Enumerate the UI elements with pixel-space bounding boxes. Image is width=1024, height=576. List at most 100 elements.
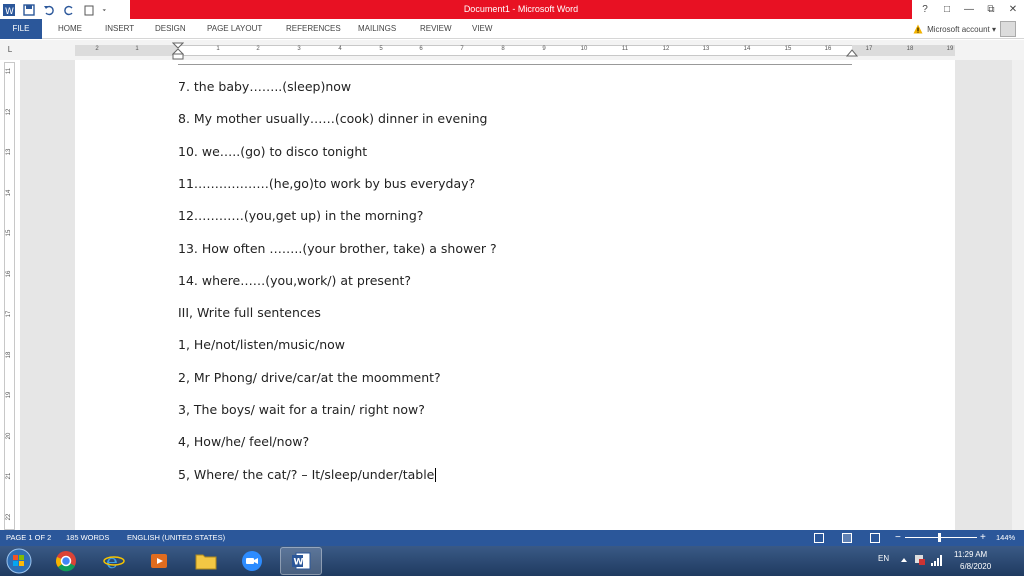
tab-mailings[interactable]: MAILINGS	[358, 19, 396, 39]
taskbar-internet-explorer[interactable]: e	[93, 547, 135, 575]
network-icon[interactable]	[914, 554, 928, 567]
word-app-icon: W	[3, 3, 15, 17]
account-label[interactable]: Microsoft account ▾	[927, 25, 996, 34]
vertical-ruler-number: 12	[6, 108, 12, 115]
status-bar: PAGE 1 OF 2 185 WORDS ENGLISH (UNITED ST…	[0, 530, 1024, 546]
web-layout-icon[interactable]	[870, 533, 880, 543]
document-line-text: 3, The boys/ wait for a train/ right now…	[178, 402, 425, 417]
close-button[interactable]: ✕	[1002, 4, 1024, 15]
ribbon-tabs: FILE HOME INSERT DESIGN PAGE LAYOUT REFE…	[0, 19, 1024, 39]
zoom-app-icon	[242, 551, 262, 571]
document-line[interactable]: 2, Mr Phong/ drive/car/at the moomment?	[178, 370, 441, 385]
tab-references[interactable]: REFERENCES	[286, 19, 341, 39]
zoom-out-button[interactable]: −	[895, 530, 901, 546]
document-line-text: 12…………(you,get up) in the morning?	[178, 208, 424, 224]
restore-button[interactable]: ⧉	[980, 4, 1002, 15]
tab-page-layout[interactable]: PAGE LAYOUT	[207, 19, 262, 39]
document-line[interactable]: 14. where……(you,work/) at present?	[178, 273, 411, 288]
zoom-level[interactable]: 144%	[996, 530, 1015, 546]
vertical-scrollbar[interactable]	[1012, 60, 1024, 530]
document-line[interactable]: 13. How often ……..(your brother, take) a…	[178, 241, 497, 256]
vertical-ruler-number: 11	[6, 67, 12, 75]
ruler-number: 9	[542, 46, 546, 52]
taskbar-chrome[interactable]	[45, 547, 87, 575]
document-line[interactable]: 1, He/not/listen/music/now	[178, 337, 345, 352]
undo-icon[interactable]	[42, 3, 56, 17]
document-line[interactable]: 12…………(you,get up) in the morning?	[178, 208, 423, 223]
touch-mode-icon[interactable]	[82, 3, 96, 17]
ruler-number: 16	[824, 46, 832, 52]
tab-insert[interactable]: INSERT	[105, 19, 134, 39]
vertical-ruler-number: 15	[6, 229, 12, 237]
document-line-text: 5, Where/ the cat/? – It/sleep/under/tab…	[178, 466, 435, 482]
tab-design[interactable]: DESIGN	[155, 19, 186, 39]
language-indicator[interactable]: ENGLISH (UNITED STATES)	[127, 530, 225, 546]
document-line[interactable]: 5, Where/ the cat/? – It/sleep/under/tab…	[178, 466, 437, 483]
signal-icon[interactable]	[930, 554, 944, 567]
vertical-ruler-number: 20	[6, 432, 12, 439]
right-indent-marker-icon[interactable]	[846, 49, 858, 57]
taskbar: e W EN 11:29 AM 6/8/2020	[0, 546, 1024, 576]
ruler-number: 13	[702, 46, 710, 52]
input-language[interactable]: EN	[878, 554, 889, 563]
start-button[interactable]	[0, 547, 38, 575]
document-line-text: 13. How often ……..(your brother, take) a…	[178, 240, 497, 256]
avatar[interactable]	[1000, 21, 1016, 37]
taskbar-zoom[interactable]	[231, 547, 273, 575]
ruler-number: 14	[743, 46, 751, 52]
document-line[interactable]: 3, The boys/ wait for a train/ right now…	[178, 402, 425, 417]
clock-date[interactable]: 6/8/2020	[960, 562, 991, 571]
tab-review[interactable]: REVIEW	[420, 19, 452, 39]
zoom-slider-thumb[interactable]	[938, 533, 941, 542]
show-hidden-icons-icon[interactable]	[900, 557, 908, 563]
minimize-button[interactable]: —	[958, 4, 980, 15]
tab-selector[interactable]: L	[0, 40, 20, 60]
zoom-in-button[interactable]: +	[980, 530, 986, 546]
customize-qat-icon[interactable]	[102, 3, 110, 17]
vertical-ruler-number: 21	[6, 472, 12, 480]
tab-file[interactable]: FILE	[0, 19, 42, 39]
tab-view[interactable]: VIEW	[472, 19, 492, 39]
print-layout-icon[interactable]	[842, 533, 852, 543]
help-button[interactable]: ?	[914, 4, 936, 15]
document-line[interactable]: 8. My mother usually……(cook) dinner in e…	[178, 111, 487, 126]
ruler-number: 2	[95, 46, 99, 52]
ruler-number: 12	[662, 46, 670, 52]
zoom-slider[interactable]	[905, 537, 977, 538]
taskbar-media-player[interactable]	[138, 547, 180, 575]
document-line-text: 8. My mother usually……(cook) dinner in e…	[178, 111, 488, 127]
svg-text:e: e	[106, 550, 118, 572]
ribbon-display-options-button[interactable]: □	[936, 4, 958, 15]
taskbar-file-explorer[interactable]	[185, 547, 227, 575]
document-page[interactable]	[75, 60, 955, 530]
redo-icon[interactable]	[62, 3, 76, 17]
tab-home[interactable]: HOME	[58, 19, 82, 39]
vertical-ruler-number: 22	[6, 513, 12, 520]
document-line-text: 2, Mr Phong/ drive/car/at the moomment?	[178, 369, 441, 385]
document-line[interactable]: 10. we…..(go) to disco tonight	[178, 144, 367, 159]
ruler-number: 5	[379, 46, 383, 52]
vertical-ruler[interactable]	[4, 62, 15, 530]
document-line-text: 10. we…..(go) to disco tonight	[178, 143, 368, 159]
taskbar-word[interactable]: W	[280, 547, 322, 575]
ruler-number: 19	[946, 46, 954, 52]
document-line[interactable]: 7. the baby……..(sleep)now	[178, 79, 351, 94]
save-icon[interactable]	[22, 3, 36, 17]
document-line[interactable]: III, Write full sentences	[178, 305, 321, 320]
document-line-text: 14. where……(you,work/) at present?	[178, 272, 412, 288]
document-line[interactable]: 11………………(he,go)to work by bus everyday?	[178, 176, 475, 191]
document-line[interactable]: 4, How/he/ feel/now?	[178, 434, 309, 449]
account-area[interactable]: Microsoft account ▾	[913, 20, 1016, 38]
indent-marker-icon[interactable]	[172, 42, 184, 60]
ruler-number: 15	[784, 46, 792, 52]
document-line-text: III, Write full sentences	[178, 305, 321, 321]
clock-time[interactable]: 11:29 AM	[954, 550, 987, 559]
window-controls: ? □ — ⧉ ✕	[914, 0, 1024, 19]
ruler-number: 18	[906, 46, 914, 52]
page-count[interactable]: PAGE 1 OF 2	[6, 530, 51, 546]
chrome-icon	[56, 551, 76, 572]
read-mode-icon[interactable]	[814, 533, 824, 543]
quick-access-toolbar: W	[2, 1, 110, 18]
window-title: Document1 - Microsoft Word	[463, 4, 579, 14]
word-count[interactable]: 185 WORDS	[66, 530, 109, 546]
